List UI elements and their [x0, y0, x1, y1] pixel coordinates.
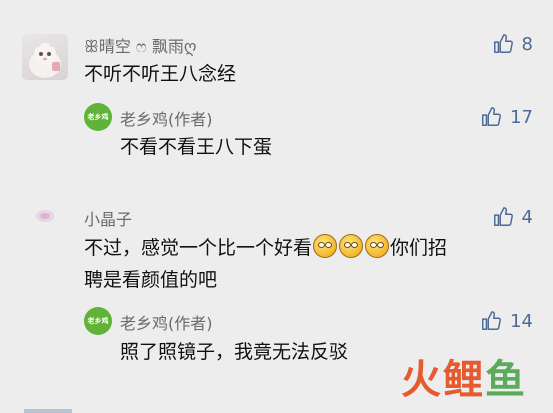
avatar[interactable]: [22, 34, 68, 80]
like-count: 8: [521, 33, 533, 55]
reply-avatar[interactable]: 老乡鸡: [84, 103, 112, 131]
comment-text-part: 你们招: [390, 237, 448, 259]
reply-author[interactable]: 老乡鸡(作者): [120, 310, 213, 334]
like-count: 17: [510, 106, 533, 128]
thumbs-up-icon: [493, 34, 513, 53]
like-button[interactable]: 17: [480, 106, 533, 128]
reply-avatar[interactable]: 老乡鸡: [84, 307, 112, 335]
laughing-emoji-icon: [339, 234, 364, 258]
like-count: 4: [521, 206, 533, 228]
reply-author[interactable]: 老乡鸡(作者): [120, 106, 213, 130]
reply-avatar-label: 老乡鸡: [87, 113, 109, 121]
laughing-emoji-icon: [365, 234, 390, 258]
comment-author[interactable]: 小晶子: [84, 206, 132, 230]
laughing-emoji-icon: [313, 234, 338, 258]
like-count: 14: [510, 310, 533, 332]
watermark-logo: 火鲤鱼: [401, 347, 527, 405]
thumbs-up-icon: [482, 107, 502, 126]
next-comment-avatar-edge: [24, 409, 72, 413]
reply-text: 照了照镜子，我竟无法反驳: [120, 341, 349, 363]
comment-text: 不听不听王八念经: [84, 63, 237, 85]
reply-avatar-label: 老乡鸡: [87, 317, 109, 325]
thumbs-up-icon: [482, 311, 502, 330]
comment-text-part: 不过，感觉一个比一个好看: [84, 237, 313, 259]
thumbs-up-icon: [493, 207, 513, 226]
like-button[interactable]: 4: [492, 206, 533, 228]
comment-text-line1: 不过，感觉一个比一个好看 你们招: [84, 232, 447, 264]
reply-text: 不看不看王八下蛋: [120, 136, 273, 158]
like-button[interactable]: 14: [480, 310, 533, 332]
comment-author[interactable]: ꕥ晴空 ෆ 飘雨ღ: [84, 33, 196, 57]
watermark-part: 鱼: [485, 357, 527, 403]
watermark-part: 火鲤: [401, 357, 485, 403]
blurred-avatar-image: [36, 210, 54, 222]
comment-text-line2: 聘是看颜值的吧: [84, 269, 218, 291]
like-button[interactable]: 8: [492, 33, 533, 55]
cat-avatar-image: [29, 40, 61, 78]
avatar[interactable]: [22, 200, 68, 246]
